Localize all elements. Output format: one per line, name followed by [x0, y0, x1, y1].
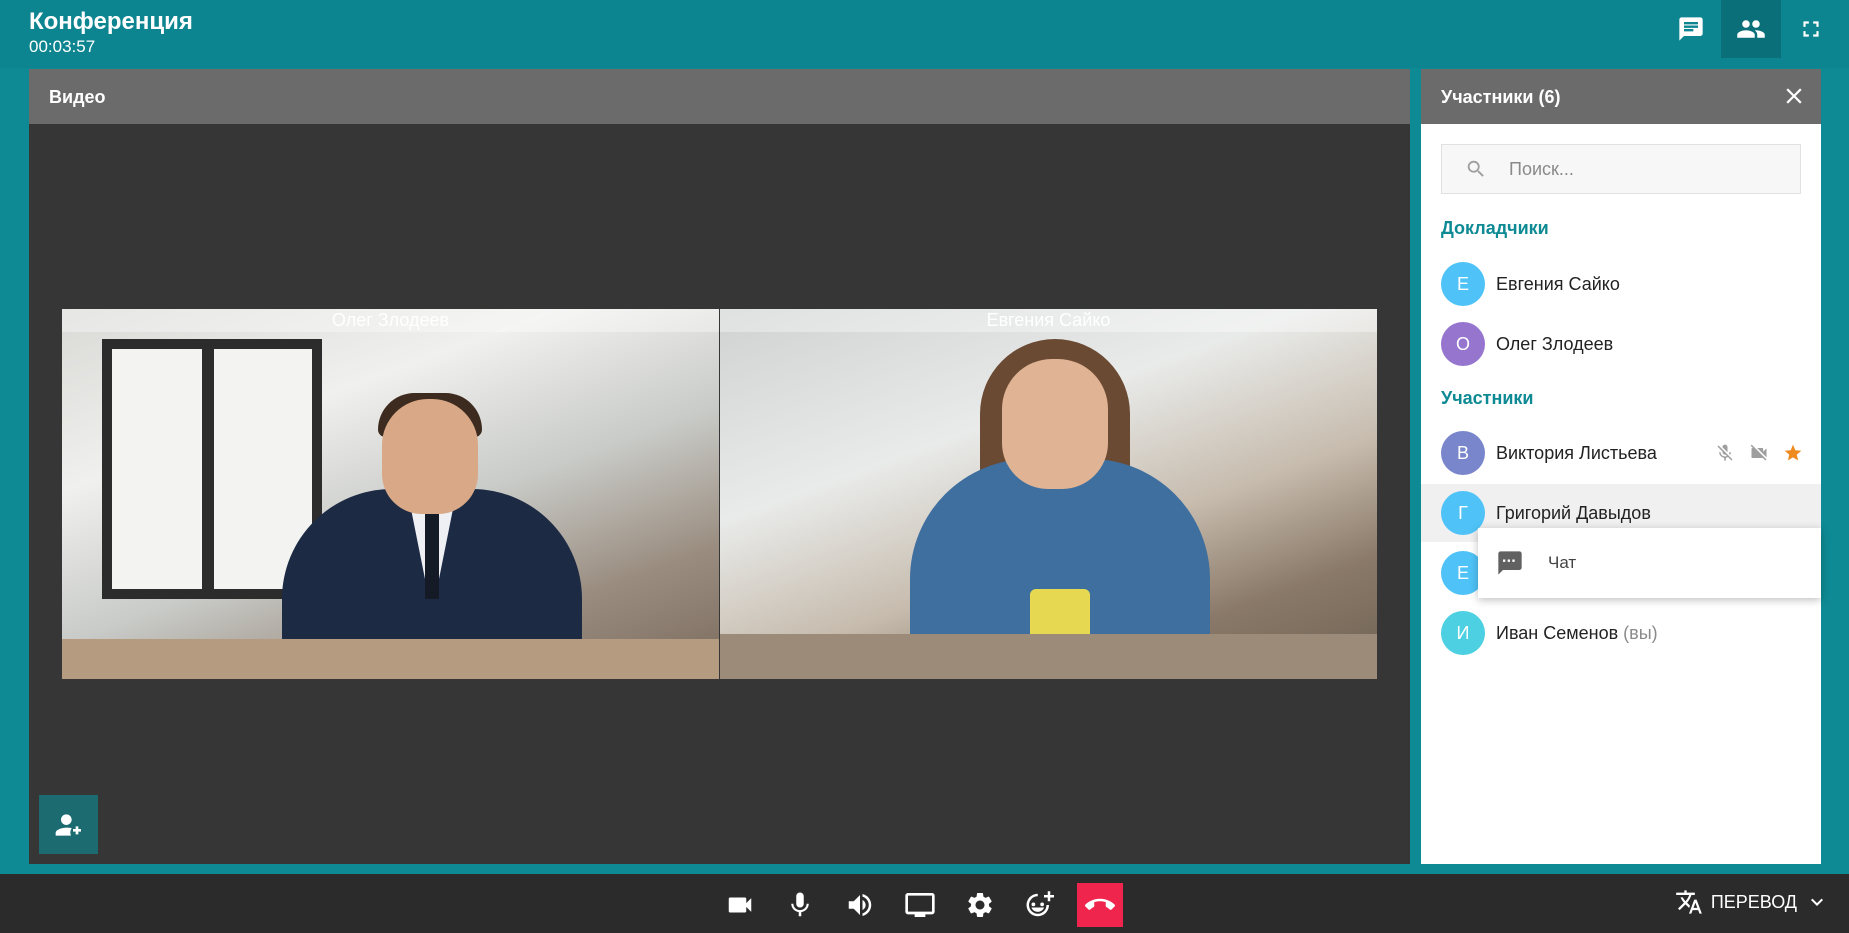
translate-menu[interactable]: ПЕРЕВОД: [1675, 888, 1829, 916]
video-tile[interactable]: Евгения Сайко: [720, 309, 1377, 679]
screen-share-icon: [905, 893, 935, 917]
avatar: Е: [1441, 262, 1485, 306]
camera-button[interactable]: [717, 883, 763, 927]
reaction-button[interactable]: [1016, 883, 1062, 927]
participants-section-title: Участники: [1441, 388, 1534, 408]
participant-row[interactable]: В Виктория Листьева: [1421, 424, 1821, 482]
participant-name: Виктория Листьева: [1496, 442, 1657, 463]
speaker-video: [262, 393, 602, 649]
video-off-icon[interactable]: [1749, 443, 1769, 463]
video-tile-name: Олег Злодеев: [62, 309, 719, 332]
participant-name: Евгения Сайко: [1496, 273, 1620, 294]
hangup-icon: [1085, 898, 1115, 910]
participant-name: Григорий Давыдов: [1496, 502, 1651, 523]
search-input[interactable]: [1509, 158, 1789, 180]
settings-button[interactable]: [957, 883, 1003, 927]
video-panel-title: Видео: [29, 69, 1410, 124]
participant-context-menu-chat[interactable]: Чат: [1478, 528, 1821, 598]
add-participant-button[interactable]: [39, 795, 98, 854]
search-icon: [1467, 160, 1484, 177]
app-header: Конференция 00:03:57: [0, 0, 1849, 68]
participants-icon: [1737, 20, 1765, 38]
close-icon[interactable]: [1781, 83, 1807, 109]
speaker-video: [880, 339, 1240, 649]
translate-label: ПЕРЕВОД: [1710, 891, 1797, 912]
context-menu-chat-label: Чат: [1548, 553, 1577, 572]
camera-icon: [728, 897, 752, 913]
chevron-down-icon: [1811, 898, 1823, 906]
participant-row[interactable]: И Иван Семенов (вы): [1421, 604, 1821, 662]
participant-name: Иван Семенов: [1496, 622, 1619, 643]
screen-share-button[interactable]: [897, 883, 943, 927]
call-timer: 00:03:57: [29, 37, 96, 56]
participant-name: Олег Злодеев: [1496, 333, 1614, 354]
hangup-button[interactable]: [1077, 883, 1123, 927]
fullscreen-icon: [1803, 21, 1819, 37]
star-icon[interactable]: [1783, 443, 1803, 463]
participants-panel-title: Участники (6): [1421, 69, 1821, 124]
participants-toggle-button[interactable]: [1721, 0, 1781, 58]
avatar: О: [1441, 322, 1485, 366]
fullscreen-button[interactable]: [1781, 0, 1841, 58]
translate-icon: [1675, 890, 1702, 914]
chat-icon: [1679, 17, 1703, 41]
microphone-button[interactable]: [777, 883, 823, 927]
desk: [720, 634, 1377, 679]
speakers-section-title: Докладчики: [1441, 218, 1549, 238]
you-label: (вы): [1623, 622, 1658, 643]
desk: [62, 639, 719, 679]
video-tile[interactable]: Олег Злодеев: [62, 309, 719, 679]
participant-search[interactable]: [1441, 144, 1801, 194]
reaction-icon: [1026, 891, 1054, 917]
speaker-icon: [848, 894, 872, 916]
participant-row[interactable]: Е Евгения Сайко: [1421, 255, 1821, 313]
call-toolbar: ПЕРЕВОД: [0, 874, 1849, 933]
settings-icon: [968, 893, 992, 917]
avatar: В: [1441, 431, 1485, 475]
speaker-button[interactable]: [837, 883, 883, 927]
participants-panel: Участники (6) Докладчики Е Евгения Сайко…: [1421, 69, 1821, 864]
mic-off-icon[interactable]: [1715, 443, 1735, 463]
avatar: И: [1441, 611, 1485, 655]
chat-toggle-button[interactable]: [1661, 0, 1721, 58]
microphone-icon: [791, 892, 809, 917]
video-panel: Видео Олег Злодеев Евгения Сайко: [29, 69, 1410, 864]
participant-row[interactable]: О Олег Злодеев: [1421, 315, 1821, 373]
conference-title: Конференция: [29, 8, 193, 35]
chat-icon: [1498, 551, 1522, 575]
video-tile-name: Евгения Сайко: [720, 309, 1377, 332]
add-participant-icon: [55, 813, 81, 836]
